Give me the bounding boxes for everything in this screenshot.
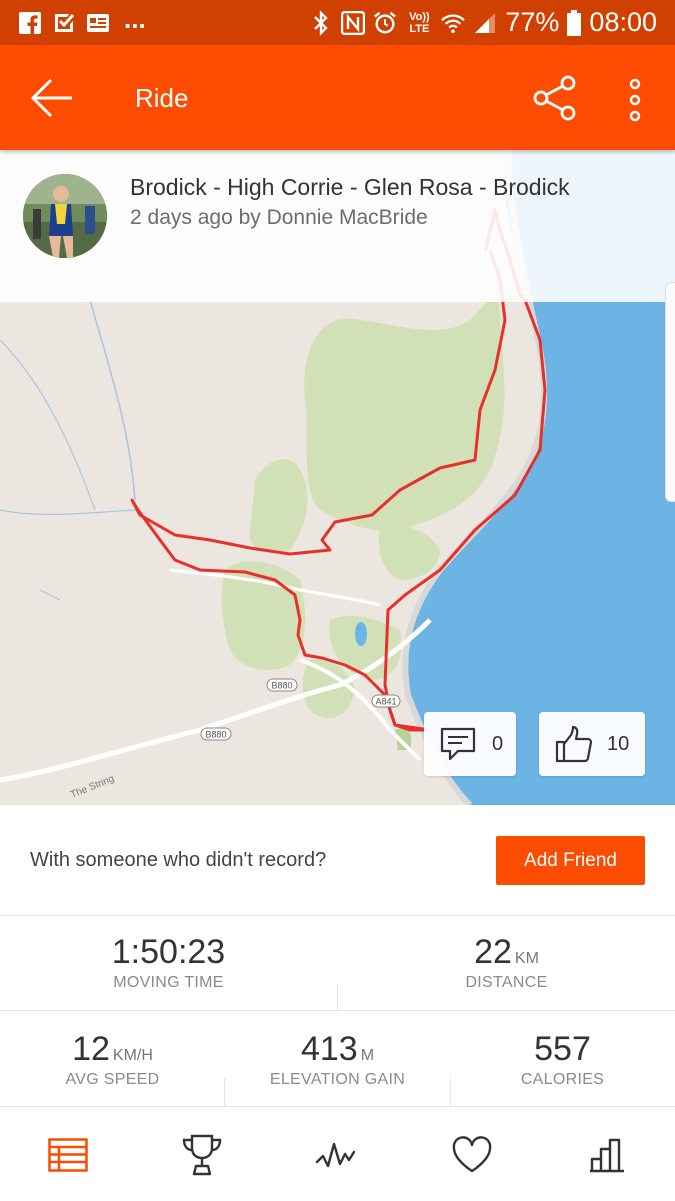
road-label-the-string: The String <box>69 773 116 800</box>
stat-unit: KM <box>514 950 539 967</box>
clock: 08:00 <box>589 7 657 37</box>
nav-segments[interactable] <box>172 1127 232 1183</box>
facebook-icon <box>18 11 42 35</box>
stats-icon <box>587 1137 627 1173</box>
divider <box>0 1010 675 1011</box>
stat-label: ELEVATION GAIN <box>269 1071 406 1088</box>
stat-value: 557 <box>534 1030 591 1068</box>
heart-icon <box>451 1136 493 1174</box>
signal-icon <box>473 11 497 35</box>
app-bar: Ride <box>0 45 675 150</box>
stat-label: MOVING TIME <box>113 974 224 991</box>
divider <box>450 1078 451 1106</box>
news-icon <box>86 11 110 35</box>
analysis-icon <box>315 1140 359 1170</box>
nav-overview[interactable] <box>38 1127 98 1183</box>
wifi-icon <box>441 11 466 35</box>
comment-icon <box>440 727 476 761</box>
map-side-handle[interactable] <box>665 282 675 502</box>
nav-stats[interactable] <box>577 1127 637 1183</box>
road-label-b880-b: B880 <box>200 727 232 741</box>
svg-text:B880: B880 <box>205 730 226 740</box>
stat-unit: M <box>360 1047 375 1064</box>
stat-unit: KM/H <box>112 1047 153 1064</box>
stat-value: 12 <box>72 1030 110 1068</box>
svg-text:B880: B880 <box>271 681 292 691</box>
nav-heart[interactable] <box>442 1127 502 1183</box>
divider <box>337 983 338 1011</box>
svg-text:A841: A841 <box>375 697 396 707</box>
add-friend-prompt: With someone who didn't record? <box>30 849 327 871</box>
checkbox-icon <box>52 11 76 35</box>
divider <box>224 1078 225 1106</box>
stat-value: 1:50:23 <box>111 933 226 971</box>
stat-label: CALORIES <box>520 1071 605 1088</box>
stat-value: 413 <box>300 1030 358 1068</box>
page-title: Ride <box>135 83 189 113</box>
activity-subtitle: 2 days ago by Donnie MacBride <box>130 206 428 229</box>
avatar[interactable] <box>23 174 107 258</box>
battery-percent: 77% <box>505 7 560 37</box>
add-friend-button[interactable]: Add Friend <box>496 836 645 885</box>
overview-icon <box>48 1138 88 1172</box>
stat-moving-time: 1:50:23 MOVING TIME <box>0 933 337 992</box>
activity-title: Brodick - High Corrie - Glen Rosa - Brod… <box>130 174 570 200</box>
road-label-a841: A841 <box>371 694 401 708</box>
more-vert-icon[interactable] <box>620 75 650 125</box>
nav-analysis[interactable] <box>307 1127 367 1183</box>
stat-avg-speed: 12 KM/H AVG SPEED <box>0 1030 225 1089</box>
share-icon[interactable] <box>530 73 580 123</box>
comments-button[interactable]: 0 <box>424 712 516 776</box>
road-label-b880-a: B880 <box>266 678 298 692</box>
comments-count: 0 <box>492 732 504 755</box>
kudos-count: 10 <box>607 732 630 755</box>
back-arrow-icon[interactable] <box>28 75 76 121</box>
volte-icon: Vo)) LTE <box>409 10 430 35</box>
bluetooth-icon <box>309 9 333 36</box>
add-friend-row: With someone who didn't record? Add Frie… <box>0 805 675 916</box>
stat-elevation-gain: 413 M ELEVATION GAIN <box>225 1030 450 1089</box>
bottom-nav <box>0 1106 675 1201</box>
kudos-button[interactable]: 10 <box>539 712 645 776</box>
thumbs-up-icon <box>555 725 593 763</box>
more-notifications-icon: ... <box>124 3 146 34</box>
stat-distance: 22 KM DISTANCE <box>338 933 675 992</box>
activity-header: Brodick - High Corrie - Glen Rosa - Brod… <box>0 150 675 302</box>
alarm-icon <box>373 11 397 35</box>
forest-area <box>304 296 505 531</box>
stat-calories: 557 CALORIES <box>450 1030 675 1089</box>
stat-label: AVG SPEED <box>65 1071 160 1088</box>
status-bar: ... Vo)) LTE 77% 08:00 <box>0 0 675 45</box>
stat-label: DISTANCE <box>465 974 548 991</box>
battery-icon <box>567 9 582 36</box>
nfc-icon <box>341 10 366 35</box>
stat-value: 22 <box>474 933 512 971</box>
trophy-icon <box>180 1133 224 1177</box>
